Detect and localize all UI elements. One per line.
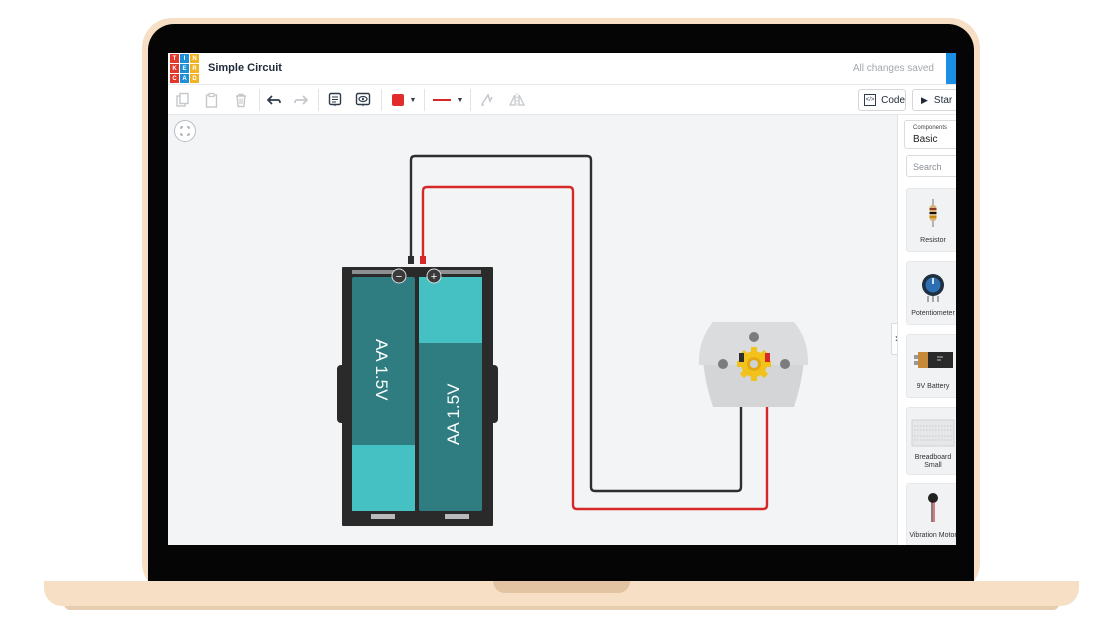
code-icon: </> xyxy=(864,94,877,106)
battery-cell-2-label: AA 1.5V xyxy=(444,383,463,445)
positive-lead-connector xyxy=(420,256,426,264)
motor-negative-lead xyxy=(739,353,744,362)
laptop-notch xyxy=(493,581,630,593)
battery-pack[interactable]: AA 1.5V AA 1.5V − + xyxy=(337,256,498,526)
logo-letter: C xyxy=(170,74,179,83)
start-simulation-button[interactable]: ▶ Star xyxy=(912,89,956,111)
toolbar-separator xyxy=(424,89,425,111)
copy-icon[interactable] xyxy=(174,89,192,111)
design-title[interactable]: Simple Circuit xyxy=(208,62,282,74)
notes-icon[interactable] xyxy=(326,89,344,111)
toolbar-separator xyxy=(259,89,260,111)
component-tile-label: Resistor xyxy=(920,237,946,244)
chevron-down-icon: ▼ xyxy=(456,96,464,104)
components-dropdown[interactable]: Components Basic xyxy=(904,120,956,149)
wire-color-picker[interactable]: ▼ xyxy=(387,89,421,111)
vibration-motor-icon xyxy=(928,493,938,522)
component-tile-9v-battery[interactable]: 9V Battery xyxy=(906,334,956,398)
eye-note-icon[interactable] xyxy=(354,89,372,111)
component-tile-label: Vibration Motor xyxy=(909,532,956,539)
chevron-down-icon: ▼ xyxy=(409,96,417,104)
component-tile-resistor[interactable]: Resistor xyxy=(906,188,956,252)
wire-color-swatch xyxy=(391,94,404,106)
circuit-drawing: AA 1.5V AA 1.5V − + xyxy=(337,154,809,526)
negative-lead-connector xyxy=(408,256,414,264)
toolbar-separator xyxy=(318,89,319,111)
code-button[interactable]: </> Code xyxy=(858,89,906,111)
wire-type-picker[interactable]: ▼ xyxy=(429,89,467,111)
start-simulation-label: Star xyxy=(933,94,953,106)
logo-letter: D xyxy=(190,74,199,83)
potentiometer-icon xyxy=(922,274,944,302)
flip-icon[interactable] xyxy=(507,89,527,111)
logo-letter: R xyxy=(190,64,199,73)
component-tile-label: Breadboard Small xyxy=(914,454,952,469)
undo-icon[interactable] xyxy=(265,89,283,111)
design-canvas[interactable]: AA 1.5V AA 1.5V − + xyxy=(168,115,897,545)
motor-gear-icon xyxy=(737,347,771,381)
play-icon: ▶ xyxy=(921,94,928,105)
dc-motor[interactable] xyxy=(698,322,809,407)
positive-terminal-label: + xyxy=(431,271,437,283)
tinkercad-logo[interactable]: TIN KER CAD xyxy=(170,54,199,83)
component-tile-potentiometer[interactable]: Potentiometer xyxy=(906,261,956,325)
toolbar-separator xyxy=(381,89,382,111)
title-bar: TIN KER CAD Simple Circuit All changes sav… xyxy=(168,53,956,85)
logo-letter: E xyxy=(180,64,189,73)
component-tile-vibration-motor[interactable]: Vibration Motor xyxy=(906,483,956,545)
app-screen: TIN KER CAD Simple Circuit All changes sav… xyxy=(168,53,956,545)
rotate-icon[interactable] xyxy=(478,89,496,111)
components-dropdown-value: Basic xyxy=(913,134,938,145)
toolbar: ▼ ▼ </> Code ▶ Star xyxy=(168,85,956,115)
battery-9v-icon xyxy=(914,352,953,368)
share-button[interactable] xyxy=(946,53,956,84)
logo-letter: N xyxy=(190,54,199,63)
component-tile-breadboard-small[interactable]: Breadboard Small xyxy=(906,407,956,475)
logo-letter: A xyxy=(180,74,189,83)
logo-letter: I xyxy=(180,54,189,63)
logo-letter: T xyxy=(170,54,179,63)
components-dropdown-caption: Components xyxy=(913,125,948,131)
trash-icon[interactable] xyxy=(232,89,250,111)
paste-icon[interactable] xyxy=(203,89,221,111)
logo-letter: K xyxy=(170,64,179,73)
components-sidebar: Components Basic Search Resistor Potenti… xyxy=(897,115,956,545)
motor-positive-lead xyxy=(765,353,770,362)
negative-terminal-label: − xyxy=(396,271,402,283)
battery-cell-1-label: AA 1.5V xyxy=(372,339,391,401)
component-tile-label: Potentiometer xyxy=(911,310,955,317)
code-button-label: Code xyxy=(881,94,905,106)
component-search-input[interactable]: Search xyxy=(906,155,956,177)
save-status: All changes saved xyxy=(852,63,934,74)
breadboard-icon xyxy=(911,419,955,447)
wire-type-icon xyxy=(432,99,451,101)
toolbar-separator xyxy=(470,89,471,111)
resistor-icon xyxy=(929,199,937,227)
component-tile-label: 9V Battery xyxy=(916,383,950,390)
redo-icon[interactable] xyxy=(292,89,310,111)
